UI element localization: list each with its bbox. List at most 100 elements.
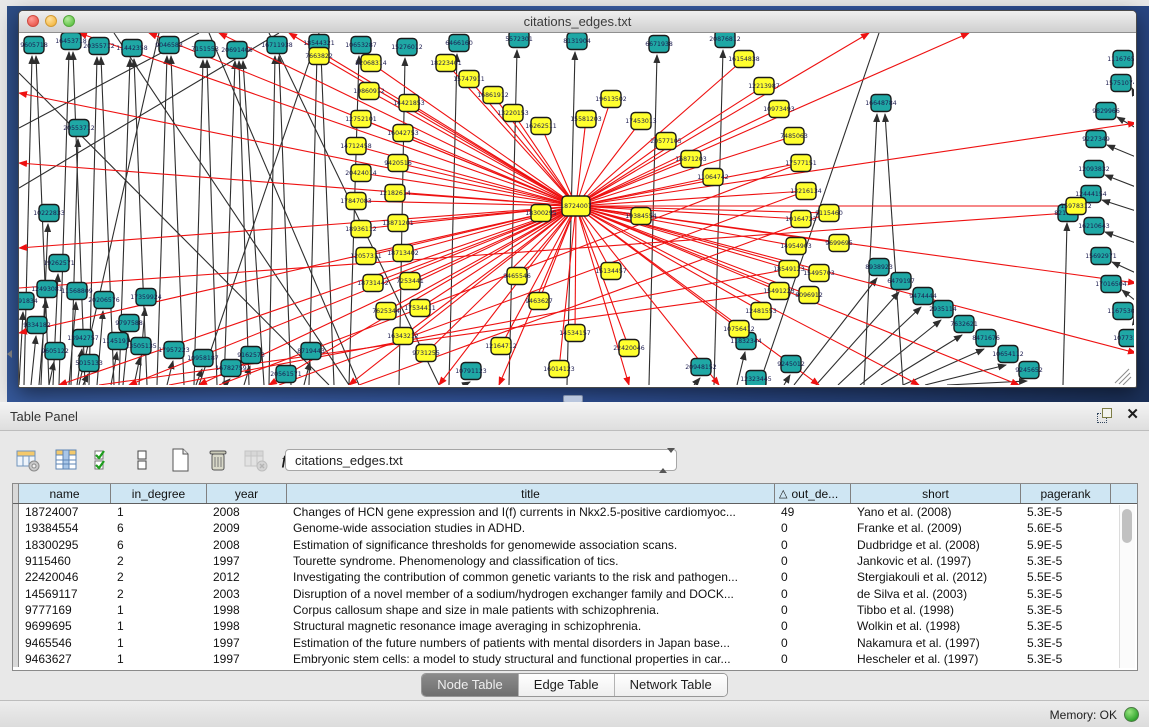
graph-node[interactable]: 2935114	[929, 301, 957, 318]
graph-node[interactable]: 17847083	[340, 193, 372, 210]
graph-node[interactable]: 12164712	[485, 338, 517, 355]
graph-node[interactable]: 9420516	[384, 155, 412, 172]
red-edge[interactable]	[409, 103, 576, 206]
black-edge[interactable]	[1063, 223, 1067, 385]
graph-node[interactable]: 15134457	[595, 263, 627, 280]
new-column-icon[interactable]	[166, 446, 194, 474]
graph-node[interactable]: 11675309	[1107, 303, 1134, 320]
graph-node[interactable]: 10973493	[763, 101, 795, 118]
tab-edge-table[interactable]: Edge Table	[519, 674, 615, 696]
graph-node[interactable]: 10773123	[1113, 330, 1134, 347]
graph-node[interactable]: 17359924	[130, 289, 162, 306]
graph-node[interactable]: 17957223	[158, 342, 190, 359]
graph-node[interactable]: 14954903	[780, 238, 812, 255]
graph-node[interactable]: 15751074	[1105, 75, 1134, 92]
graph-node[interactable]: 22068314	[355, 55, 387, 72]
graph-node[interactable]: 6671938	[645, 36, 673, 53]
graph-node[interactable]: 6466160	[445, 35, 473, 52]
graph-node[interactable]: 9046583	[155, 37, 183, 54]
graph-node[interactable]: 17453013	[625, 113, 657, 130]
graph-node[interactable]: 9605122	[41, 343, 69, 360]
network-window[interactable]: citations_edges.txt 96057181645371820355…	[18, 10, 1137, 388]
graph-node[interactable]: 10958187	[187, 350, 219, 367]
table-row[interactable]: 2242004622012Investigating the contribut…	[13, 569, 1137, 585]
table-chooser-dropdown[interactable]: citations_edges.txt	[285, 449, 677, 471]
black-edge[interactable]	[167, 361, 173, 385]
graph-node[interactable]: 16861912	[477, 87, 509, 104]
tab-node-table[interactable]: Node Table	[422, 674, 519, 696]
black-edge[interactable]	[864, 114, 877, 385]
float-panel-icon[interactable]	[1096, 407, 1112, 423]
graph-node[interactable]: 10222833	[33, 205, 65, 222]
black-edge[interactable]	[509, 50, 517, 385]
graph-node[interactable]: 16014123	[543, 361, 575, 378]
graph-node[interactable]: 16711938	[261, 37, 293, 54]
graph-node[interactable]: 10653287	[345, 37, 377, 54]
red-edge[interactable]	[576, 159, 691, 206]
table-vertical-scrollbar[interactable]	[1119, 505, 1135, 668]
graph-node[interactable]: 18713402	[387, 245, 419, 262]
graph-node[interactable]: 20876812	[709, 33, 741, 48]
collapse-panel-arrow-icon[interactable]	[7, 350, 12, 358]
black-edge[interactable]	[171, 56, 184, 385]
graph-node[interactable]: 20355712	[83, 38, 115, 55]
table-row[interactable]: 1938455462009Genome-wide association stu…	[13, 520, 1137, 536]
graph-node[interactable]: 9465546	[503, 268, 531, 285]
graph-node[interactable]: 8096912	[795, 287, 823, 304]
graph-node[interactable]: 8938923	[865, 259, 893, 276]
graph-node[interactable]: 18731442	[357, 275, 389, 292]
graph-node[interactable]: 7625344	[372, 303, 400, 320]
graph-node[interactable]: 16262511	[525, 118, 557, 135]
graph-node[interactable]: 20206576	[88, 292, 120, 309]
black-edge[interactable]	[1122, 290, 1134, 301]
graph-node[interactable]: 8471676	[972, 330, 1000, 347]
black-edge[interactable]	[269, 56, 275, 385]
column-header-name[interactable]: name	[19, 484, 111, 503]
graph-node[interactable]: 7253441	[396, 273, 424, 290]
graph-node[interactable]: 13216134	[790, 183, 822, 200]
column-header-in-degree[interactable]: in_degree	[111, 484, 207, 503]
red-edge[interactable]	[99, 291, 779, 385]
graph-node[interactable]: 9829966	[1092, 103, 1120, 120]
graph-node[interactable]: 7663822	[305, 48, 333, 65]
column-header-out-de-[interactable]: △out_de...	[775, 484, 851, 503]
scrollbar-thumb[interactable]	[1122, 509, 1132, 543]
graph-node[interactable]: 9699695	[825, 235, 853, 252]
graph-node[interactable]: 20948152	[685, 359, 717, 376]
column-header-pagerank[interactable]: pagerank	[1021, 484, 1111, 503]
black-edge[interactable]	[1107, 145, 1134, 157]
black-edge[interactable]	[881, 335, 962, 385]
graph-node[interactable]: 16648784	[865, 95, 897, 112]
delete-table-icon[interactable]	[242, 446, 270, 474]
graph-node[interactable]: 9227349	[1082, 131, 1110, 148]
graph-node[interactable]: 14712458	[340, 138, 372, 155]
black-edge[interactable]	[1105, 175, 1134, 187]
graph-node[interactable]: 22420046	[613, 340, 645, 357]
graph-node[interactable]: 9245012	[777, 356, 805, 373]
graph-node[interactable]: 7151553	[191, 41, 219, 58]
table-mode-icon[interactable]	[14, 446, 42, 474]
graph-node[interactable]: 9334182	[23, 317, 51, 334]
network-canvas[interactable]: 9605718164537182035571211442358904658371…	[19, 33, 1134, 385]
graph-node[interactable]: 19613502	[595, 91, 627, 108]
graph-node[interactable]: 10654112	[992, 346, 1024, 363]
black-edge[interactable]	[224, 61, 235, 385]
graph-node[interactable]: 20424014	[345, 165, 377, 182]
black-edge[interactable]	[97, 311, 103, 385]
black-edge[interactable]	[243, 61, 264, 385]
red-edge[interactable]	[575, 206, 576, 333]
red-edge[interactable]	[19, 206, 576, 333]
black-edge[interactable]	[199, 33, 319, 385]
column-header-title[interactable]: title	[287, 484, 775, 503]
table-row[interactable]: 911546021997Tourette syndrome. Phenomeno…	[13, 553, 1137, 569]
red-edge[interactable]	[19, 93, 576, 206]
graph-node[interactable]: 18724007	[560, 196, 592, 216]
black-edge[interactable]	[24, 56, 32, 385]
graph-node[interactable]: 11064742	[697, 169, 729, 186]
graph-node[interactable]: 15276012	[391, 39, 423, 56]
black-edge[interactable]	[39, 300, 46, 385]
graph-node[interactable]: 5015133	[75, 355, 103, 372]
black-edge[interactable]	[1102, 200, 1134, 211]
graph-node[interactable]: 12323445	[740, 371, 772, 386]
graph-node[interactable]: 9115460	[815, 205, 843, 222]
